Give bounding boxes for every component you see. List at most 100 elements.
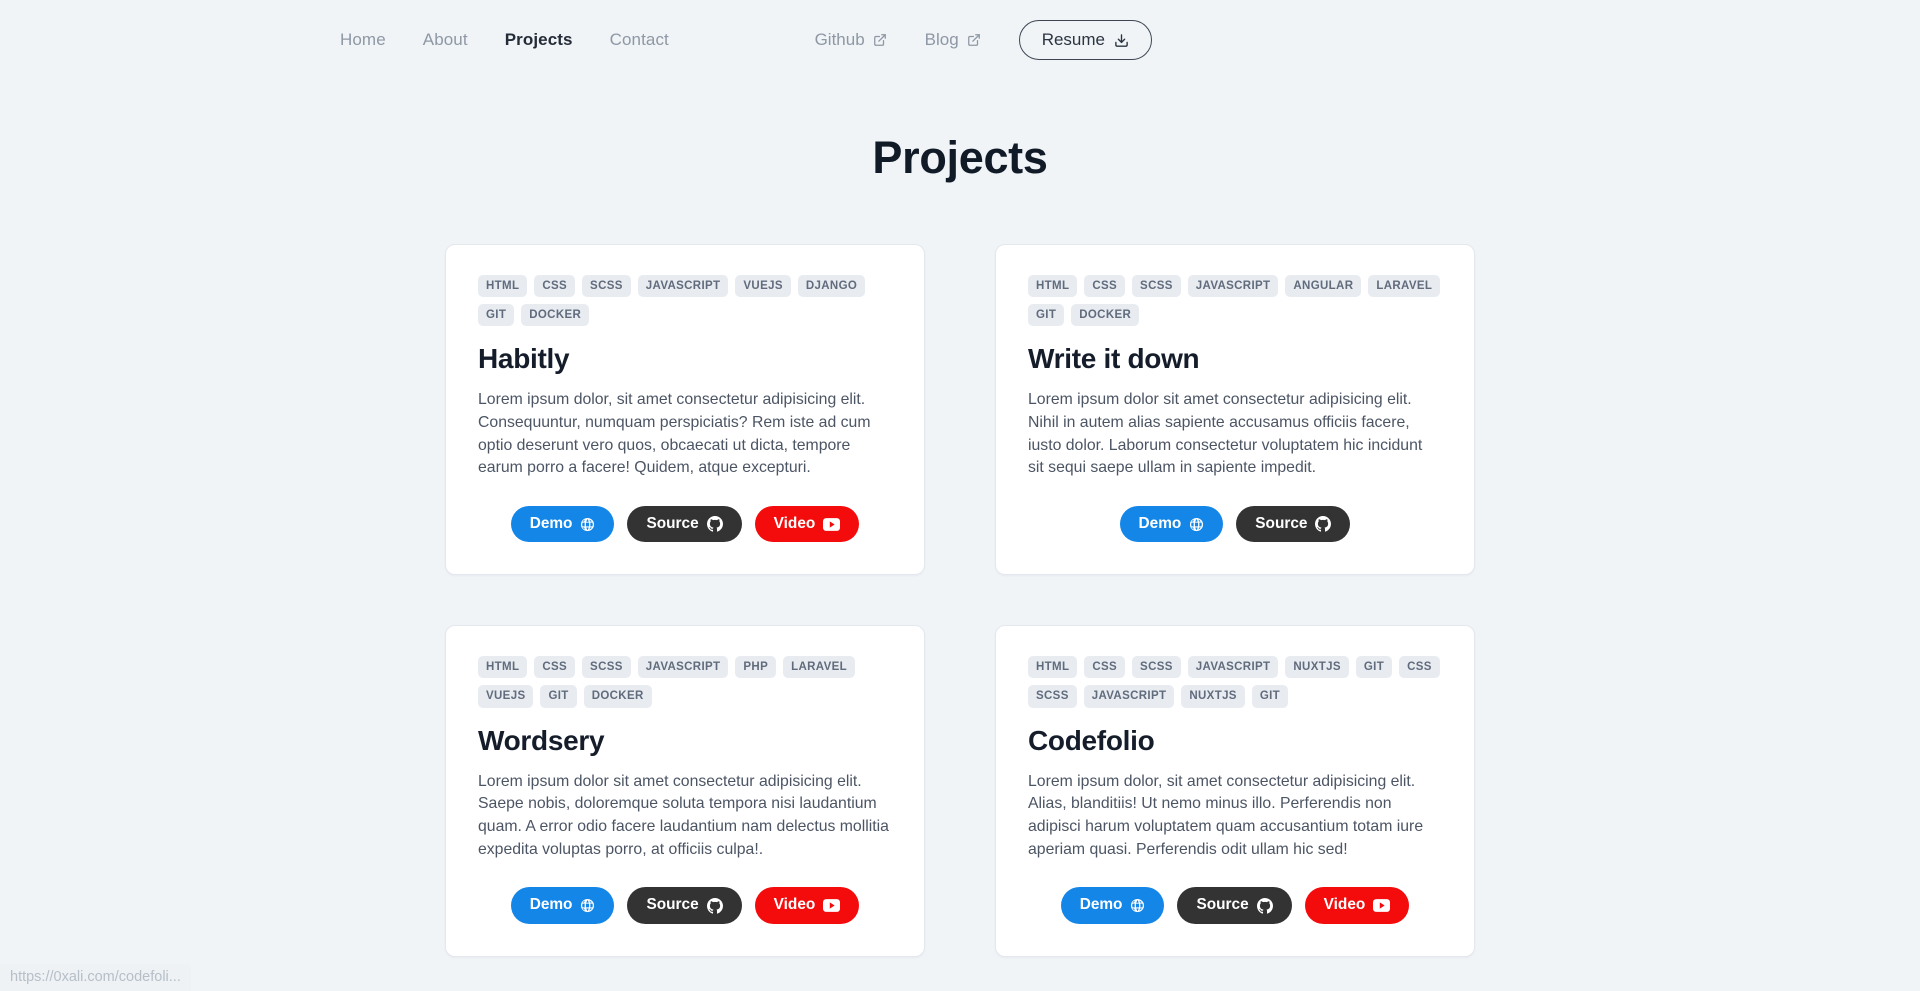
project-tag: JAVASCRIPT xyxy=(637,656,729,679)
globe-icon xyxy=(1130,898,1145,913)
nav-link-about[interactable]: About xyxy=(423,30,468,50)
source-button-label: Source xyxy=(646,896,699,914)
project-tag: LARAVEL xyxy=(1368,275,1441,298)
github-icon xyxy=(1315,516,1332,532)
video-button[interactable]: Video xyxy=(754,505,860,543)
project-description: Lorem ipsum dolor, sit amet consectetur … xyxy=(1028,772,1424,858)
project-title: Write it down xyxy=(1028,343,1200,375)
project-tag: CSS xyxy=(1084,656,1126,679)
project-tag: GIT xyxy=(1028,304,1065,327)
project-tag: SCSS xyxy=(582,656,631,679)
nav-link-github[interactable]: Github xyxy=(815,30,887,50)
project-description: Lorem ipsum dolor sit amet consectetur a… xyxy=(1028,391,1423,477)
project-tag: ANGULAR xyxy=(1285,275,1362,298)
nav-link-contact[interactable]: Contact xyxy=(610,30,669,50)
project-tag: CSS xyxy=(1084,275,1126,298)
project-tag-list: HTML CSS SCSS JAVASCRIPT NUXTJS GIT CSS SCSS JAV… xyxy=(1028,656,1442,708)
project-tag: DOCKER xyxy=(521,304,590,327)
external-link-icon xyxy=(967,33,981,47)
github-icon xyxy=(1256,897,1273,914)
projects-grid: HTML CSS SCSS JAVASCRIPT VUEJS DJANGO GIT DOCKE… xyxy=(445,244,1475,957)
project-actions: Demo Source xyxy=(1028,505,1442,543)
demo-button-label: Demo xyxy=(1079,896,1123,914)
source-button[interactable]: Source xyxy=(1236,505,1351,543)
nav-secondary-links: Github Blog Resume xyxy=(815,20,1152,60)
project-tag: JAVASCRIPT xyxy=(1083,685,1175,708)
project-tag: CSS xyxy=(534,275,576,298)
nav-link-blog[interactable]: Blog xyxy=(925,30,981,50)
project-tag: GIT xyxy=(540,685,577,708)
main-navbar: Home About Projects Contact Github Blog Resum… xyxy=(0,0,1920,80)
project-card: HTML CSS SCSS JAVASCRIPT PHP LARAVEL VUEJS GIT D… xyxy=(445,625,925,957)
nav-link-projects[interactable]: Projects xyxy=(505,30,573,50)
demo-button[interactable]: Demo xyxy=(510,887,615,924)
video-button-label: Video xyxy=(1323,896,1366,914)
project-title: Codefolio xyxy=(1028,724,1155,756)
project-tag: NUXTJS xyxy=(1285,656,1349,679)
project-tag: HTML xyxy=(1028,656,1078,679)
project-description: Lorem ipsum dolor sit amet consectetur a… xyxy=(478,772,889,858)
github-icon xyxy=(706,516,723,532)
nav-primary-links: Home About Projects Contact xyxy=(340,30,669,50)
project-tag: JAVASCRIPT xyxy=(1187,275,1279,298)
project-tag: GIT xyxy=(478,304,515,327)
project-tag: HTML xyxy=(1028,275,1078,298)
page-title: Projects xyxy=(872,132,1048,183)
project-tag-list: HTML CSS SCSS JAVASCRIPT ANGULAR LARAVEL GIT DO… xyxy=(1028,275,1442,327)
project-tag: CSS xyxy=(534,656,576,679)
project-tag: DOCKER xyxy=(1071,304,1140,327)
nav-link-home[interactable]: Home xyxy=(340,30,386,50)
demo-button-label: Demo xyxy=(529,514,573,532)
project-tag: SCSS xyxy=(1132,275,1181,298)
project-tag: PHP xyxy=(735,656,777,679)
resume-button[interactable]: Resume xyxy=(1018,20,1152,60)
project-description: Lorem ipsum dolor, sit amet consectetur … xyxy=(478,391,871,477)
source-button-label: Source xyxy=(1255,514,1308,532)
project-tag: JAVASCRIPT xyxy=(1187,656,1279,679)
project-actions: Demo Source Video xyxy=(1028,887,1442,924)
project-title: Wordsery xyxy=(478,724,605,756)
video-button[interactable]: Video xyxy=(1304,887,1410,924)
resume-button-label: Resume xyxy=(1041,30,1105,49)
demo-button[interactable]: Demo xyxy=(1119,505,1224,543)
download-icon xyxy=(1114,33,1129,48)
project-actions: Demo Source Video xyxy=(478,887,892,924)
project-title: Habitly xyxy=(478,343,570,375)
source-button[interactable]: Source xyxy=(627,505,742,543)
project-tag: NUXTJS xyxy=(1181,685,1245,708)
project-tag: SCSS xyxy=(1028,685,1077,708)
nav-link-label: Github xyxy=(814,30,865,49)
youtube-icon xyxy=(823,517,841,531)
project-tag: LARAVEL xyxy=(783,656,856,679)
project-tag: VUEJS xyxy=(735,275,791,298)
source-button-label: Source xyxy=(646,514,699,532)
source-button-label: Source xyxy=(1196,896,1249,914)
project-tag: SCSS xyxy=(582,275,631,298)
project-tag: DOCKER xyxy=(583,685,652,708)
project-tag-list: HTML CSS SCSS JAVASCRIPT VUEJS DJANGO GIT DOCKE… xyxy=(478,275,892,327)
demo-button-label: Demo xyxy=(1138,514,1182,532)
project-tag-list: HTML CSS SCSS JAVASCRIPT PHP LARAVEL VUEJS GIT D… xyxy=(478,656,892,708)
video-button-label: Video xyxy=(773,896,816,914)
source-button[interactable]: Source xyxy=(1177,887,1292,924)
project-card: HTML CSS SCSS JAVASCRIPT ANGULAR LARAVEL GIT DO… xyxy=(995,244,1475,576)
status-bar-url: https://0xali.com/codefoli... xyxy=(0,964,191,991)
source-button[interactable]: Source xyxy=(627,887,742,924)
project-tag: HTML xyxy=(478,656,528,679)
demo-button[interactable]: Demo xyxy=(1060,887,1165,924)
project-tag: DJANGO xyxy=(797,275,866,298)
project-tag: VUEJS xyxy=(478,685,534,708)
youtube-icon xyxy=(823,899,841,912)
demo-button[interactable]: Demo xyxy=(510,505,615,543)
project-tag: GIT xyxy=(1251,685,1289,708)
project-tag: SCSS xyxy=(1132,656,1181,679)
video-button-label: Video xyxy=(773,514,816,532)
project-actions: Demo Source Video xyxy=(478,505,892,543)
video-button[interactable]: Video xyxy=(754,887,860,924)
project-tag: GIT xyxy=(1355,656,1393,679)
globe-icon xyxy=(1189,517,1204,532)
github-icon xyxy=(706,897,723,914)
project-tag: CSS xyxy=(1399,656,1440,679)
project-card: HTML CSS SCSS JAVASCRIPT VUEJS DJANGO GIT DOCKE… xyxy=(445,244,925,576)
project-tag: JAVASCRIPT xyxy=(637,275,729,298)
